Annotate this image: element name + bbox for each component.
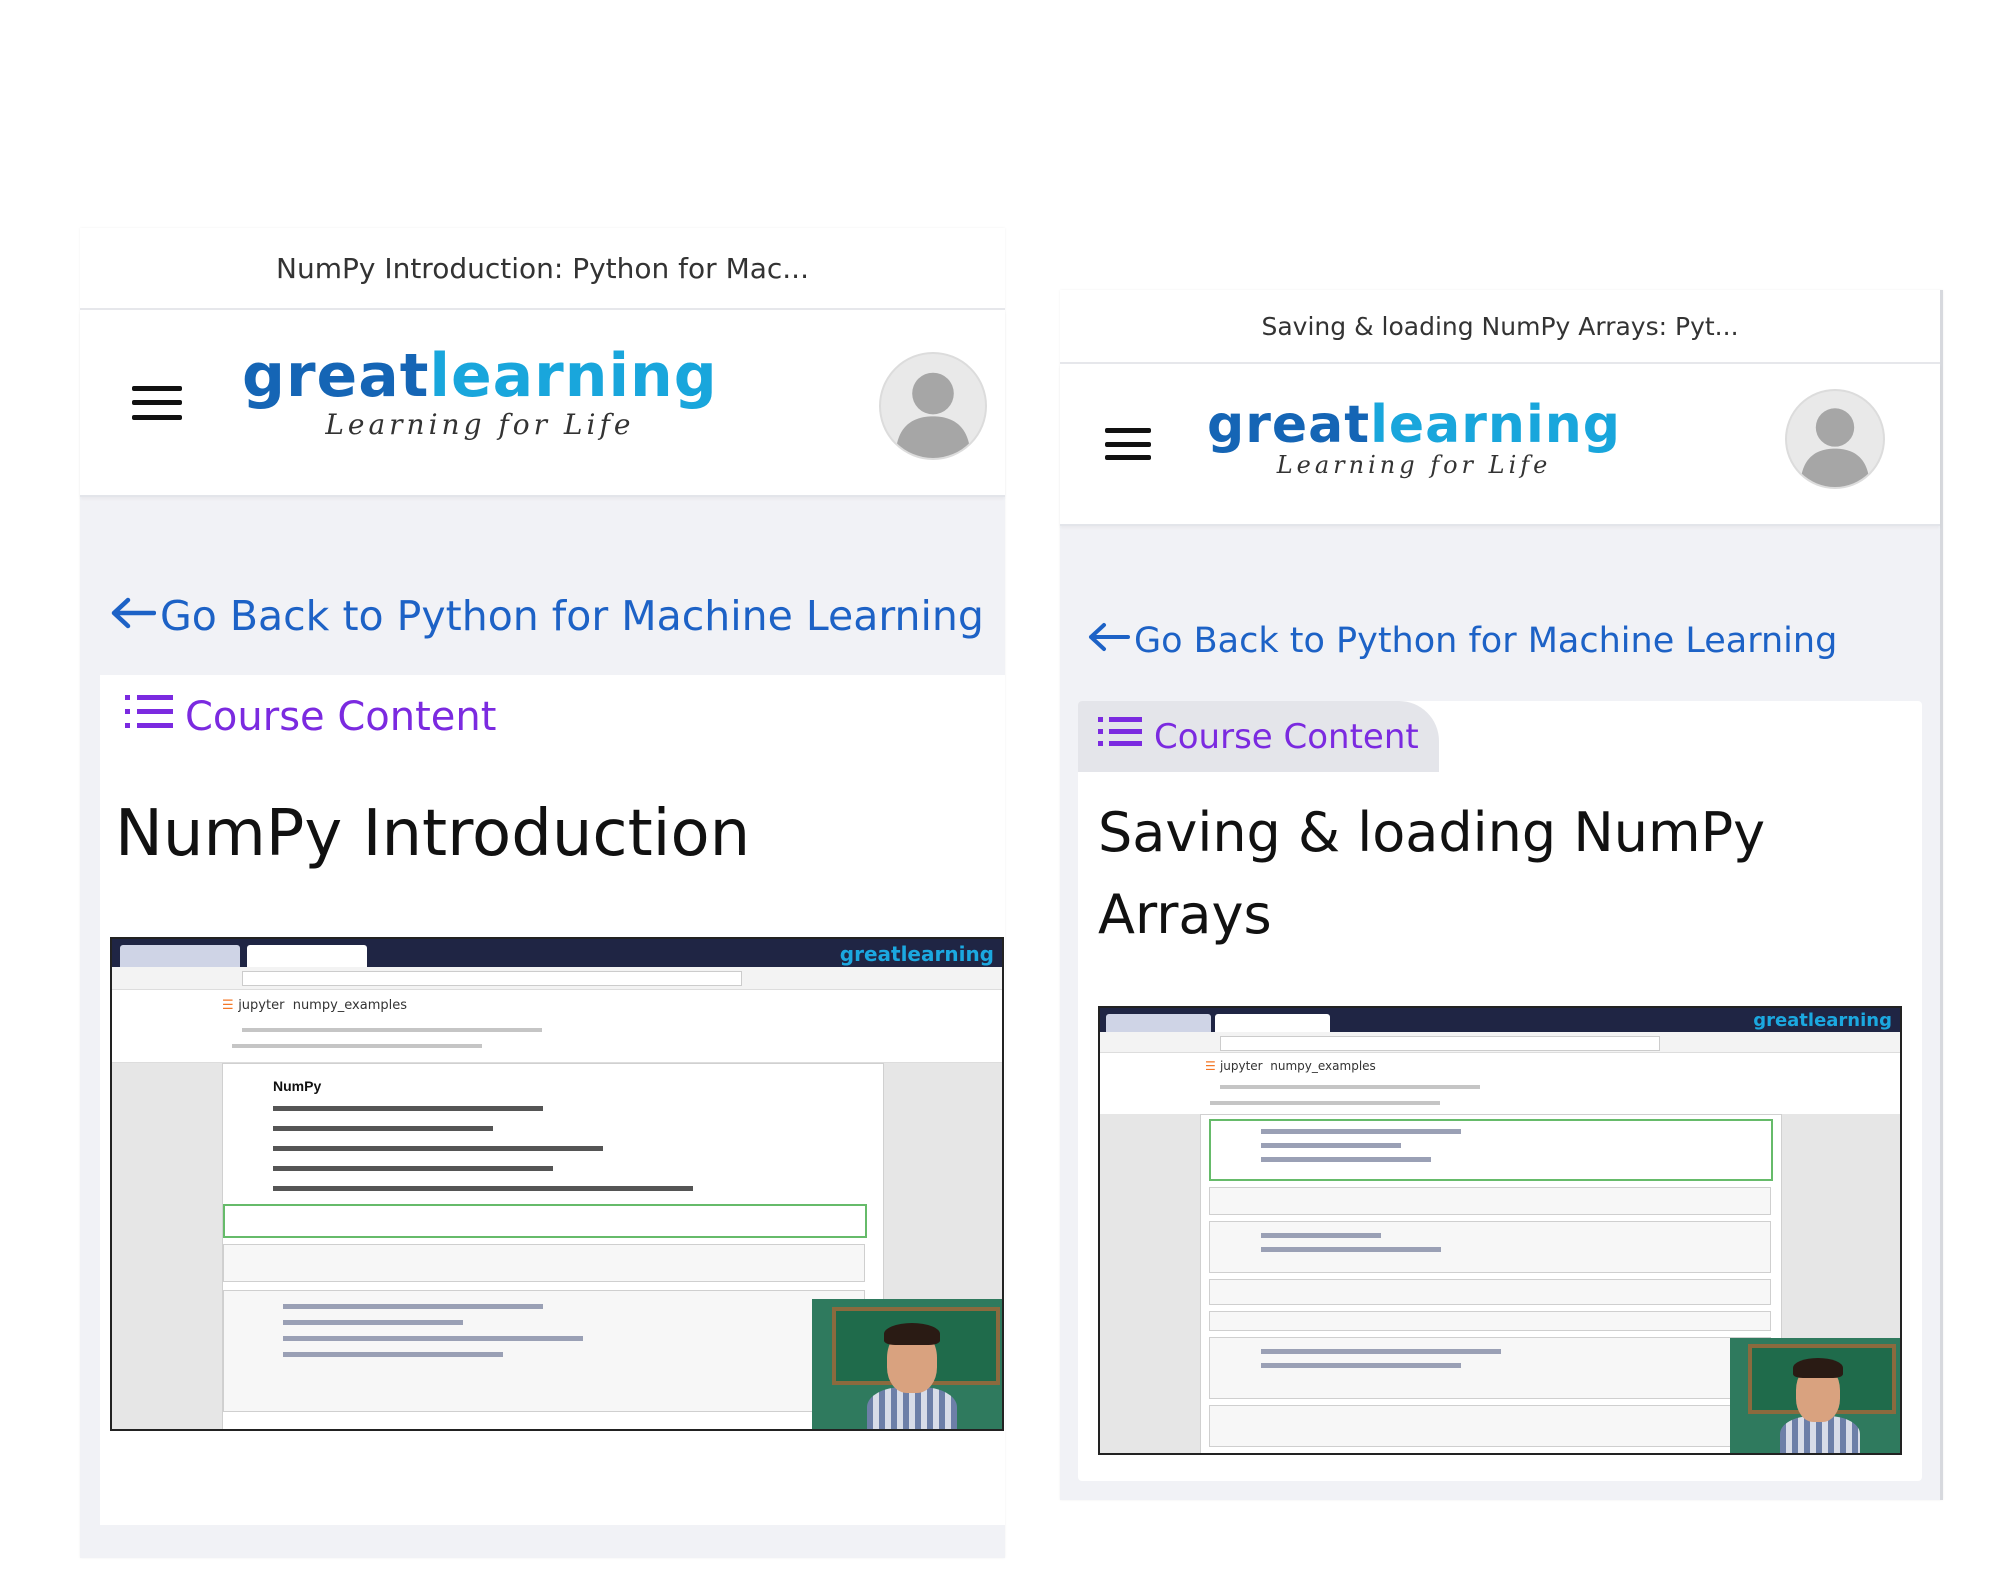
video-address-bar xyxy=(1100,1032,1900,1053)
hamburger-menu-icon[interactable] xyxy=(1105,428,1151,460)
course-content-label: Course Content xyxy=(185,694,497,740)
lesson-title-line2: Arrays xyxy=(1098,883,1272,946)
video-jupyter-header: ☰ jupyter numpy_examples xyxy=(112,990,1002,1063)
back-to-course-link[interactable]: Go Back to Python for Machine Learning xyxy=(1088,621,1940,661)
jupyter-label: jupyter xyxy=(238,998,285,1013)
logo-great: great xyxy=(1207,395,1371,455)
hamburger-menu-icon[interactable] xyxy=(132,385,182,420)
arrow-left-icon xyxy=(1088,621,1130,661)
user-avatar-icon[interactable] xyxy=(879,352,987,460)
video-browser-tabs: greatlearning xyxy=(112,939,1002,967)
instructor-webcam xyxy=(812,1299,1002,1429)
notebook-name: numpy_examples xyxy=(292,998,408,1013)
video-notebook-area xyxy=(1100,1114,1900,1453)
video-browser-tabs: greatlearning xyxy=(1100,1008,1900,1032)
video-brand: greatlearning xyxy=(839,942,994,966)
list-icon xyxy=(1098,715,1142,758)
video-brand: greatlearning xyxy=(1753,1010,1892,1031)
lesson-card: Course Content NumPy Introduction greatl… xyxy=(100,675,1005,1525)
video-player[interactable]: greatlearning ☰ jupyter numpy_examples N… xyxy=(110,937,1004,1431)
left-screenshot: NumPy Introduction: Python for Mac... gr… xyxy=(80,228,1005,1558)
logo-tagline: Learning for Life xyxy=(1276,451,1552,479)
course-content-button[interactable]: Course Content xyxy=(1078,701,1439,772)
list-icon xyxy=(125,693,173,741)
logo-great: great xyxy=(242,341,430,411)
lesson-title: Saving & loading NumPy Arrays xyxy=(1098,792,1922,956)
video-notebook-area: NumPy xyxy=(112,1063,1002,1429)
browser-title: NumPy Introduction: Python for Mac... xyxy=(80,228,1005,310)
site-header: greatlearning Learning for Life xyxy=(1060,364,1940,526)
course-content-button[interactable]: Course Content xyxy=(100,675,521,759)
back-to-course-link[interactable]: Go Back to Python for Machine Learning xyxy=(110,592,1005,640)
lesson-title-line1: Saving & loading NumPy xyxy=(1098,801,1766,864)
jupyter-label: jupyter xyxy=(1219,1059,1263,1073)
back-link-label: Go Back to Python for Machine Learning xyxy=(160,592,984,640)
logo-tagline: Learning for Life xyxy=(325,408,635,441)
greatlearning-logo[interactable]: greatlearning Learning for Life xyxy=(1207,399,1621,479)
video-address-bar xyxy=(112,967,1002,990)
logo-learning: learning xyxy=(429,341,718,411)
logo-learning: learning xyxy=(1370,395,1622,455)
lesson-card: Course Content Saving & loading NumPy Ar… xyxy=(1078,701,1922,1481)
video-player[interactable]: greatlearning ☰ jupyter numpy_examples xyxy=(1098,1006,1902,1455)
greatlearning-logo[interactable]: greatlearning Learning for Life xyxy=(242,346,718,441)
instructor-webcam xyxy=(1730,1338,1900,1453)
back-link-label: Go Back to Python for Machine Learning xyxy=(1134,621,1838,661)
lesson-title: NumPy Introduction xyxy=(115,797,751,871)
arrow-left-icon xyxy=(110,592,157,640)
browser-title: Saving & loading NumPy Arrays: Pyt... xyxy=(1060,290,1940,364)
site-header: greatlearning Learning for Life xyxy=(80,310,1005,497)
notebook-name: numpy_examples xyxy=(1270,1059,1376,1073)
user-avatar-icon[interactable] xyxy=(1785,389,1885,489)
right-screenshot: Saving & loading NumPy Arrays: Pyt... gr… xyxy=(1060,290,1943,1500)
course-content-label: Course Content xyxy=(1154,716,1419,757)
notebook-heading: NumPy xyxy=(273,1078,322,1094)
video-jupyter-header: ☰ jupyter numpy_examples xyxy=(1100,1053,1900,1116)
